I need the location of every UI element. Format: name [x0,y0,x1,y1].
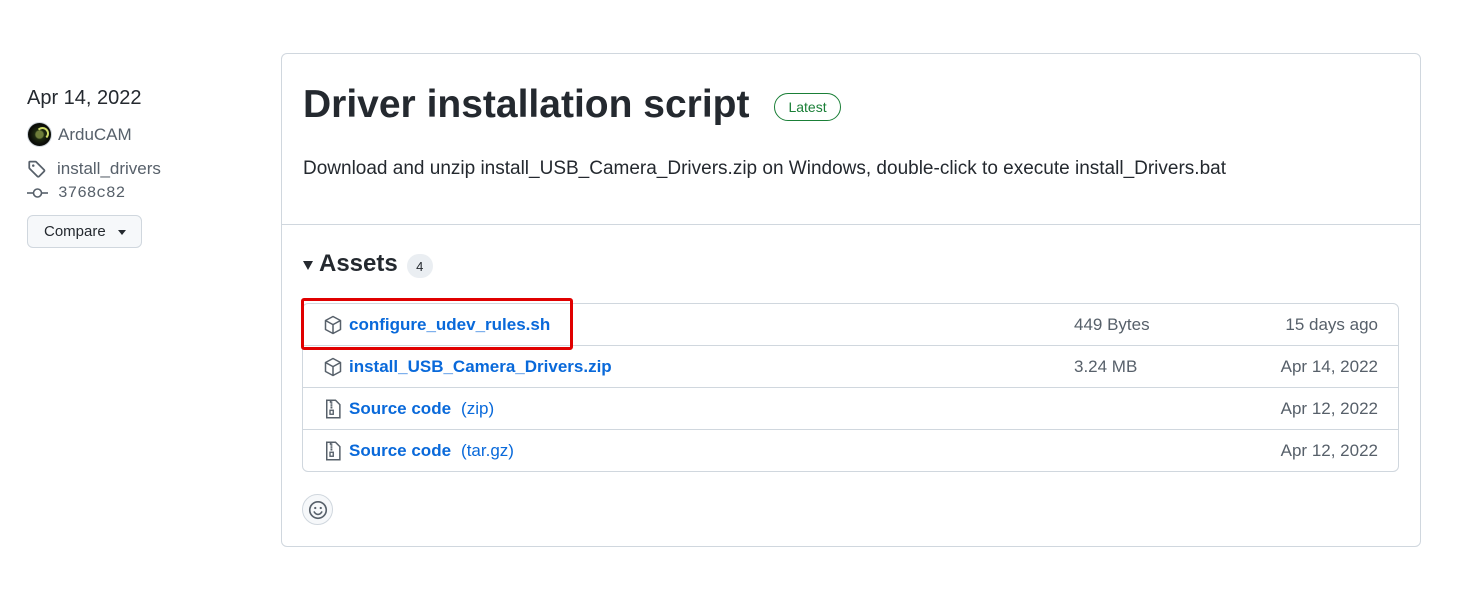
package-icon [323,315,343,335]
author[interactable]: ArduCAM [27,122,257,147]
triangle-down-icon [303,260,313,270]
git-commit-icon [27,188,48,198]
chevron-down-icon [117,230,126,235]
source-code-label[interactable]: Source code [349,441,451,460]
archive-format[interactable]: (tar.gz) [461,441,514,460]
asset-date: Apr 12, 2022 [1280,440,1378,460]
assets-count-badge: 4 [406,254,433,278]
release-commit[interactable]: 3768c82 [27,184,257,202]
asset-link[interactable]: install_USB_Camera_Drivers.zip [349,357,612,377]
release-tag[interactable]: install_drivers [27,159,257,179]
asset-link[interactable]: configure_udev_rules.sh [349,315,550,335]
release-title[interactable]: Driver installation script [303,80,749,130]
latest-badge: Latest [774,93,841,121]
tag-name[interactable]: install_drivers [57,159,161,179]
release-sidebar: Apr 14, 2022 ArduCAM install_drivers 376… [27,84,257,248]
release-date: Apr 14, 2022 [27,87,142,109]
asset-row: install_USB_Camera_Drivers.zip 3.24 MB A… [303,345,1398,387]
asset-row: Source code (zip) Apr 12, 2022 [303,387,1398,429]
archive-format[interactable]: (zip) [461,399,494,418]
assets-heading: Assets [319,250,398,277]
source-code-link[interactable]: Source code (zip) [349,399,494,419]
asset-size: 449 Bytes [1074,314,1150,334]
source-code-link[interactable]: Source code (tar.gz) [349,441,514,461]
asset-date: 15 days ago [1285,314,1378,334]
asset-size: 3.24 MB [1074,356,1138,376]
add-reaction-button[interactable] [302,494,333,525]
compare-label: Compare [44,223,106,240]
avatar[interactable] [27,122,52,147]
assets-toggle[interactable]: Assets 4 [303,250,433,278]
title-row: Driver installation script Latest [303,80,841,130]
asset-date: Apr 12, 2022 [1280,398,1378,418]
tag-icon [28,160,46,178]
source-code-label[interactable]: Source code [349,399,451,418]
asset-row: Source code (tar.gz) Apr 12, 2022 [303,429,1398,471]
release-header: Driver installation script Latest Downlo… [282,54,1420,225]
file-zip-icon [323,441,343,461]
file-zip-icon [323,399,343,419]
compare-button[interactable]: Compare [27,215,142,248]
author-name[interactable]: ArduCAM [58,125,132,145]
smiley-icon [308,500,327,519]
package-icon [323,357,343,377]
asset-row: configure_udev_rules.sh 449 Bytes 15 day… [303,304,1398,345]
commit-sha[interactable]: 3768c82 [58,184,125,202]
release-description: Download and unzip install_USB_Camera_Dr… [303,158,1226,179]
asset-date: Apr 14, 2022 [1280,356,1378,376]
release-card: Driver installation script Latest Downlo… [281,53,1421,547]
asset-list: configure_udev_rules.sh 449 Bytes 15 day… [302,303,1399,472]
